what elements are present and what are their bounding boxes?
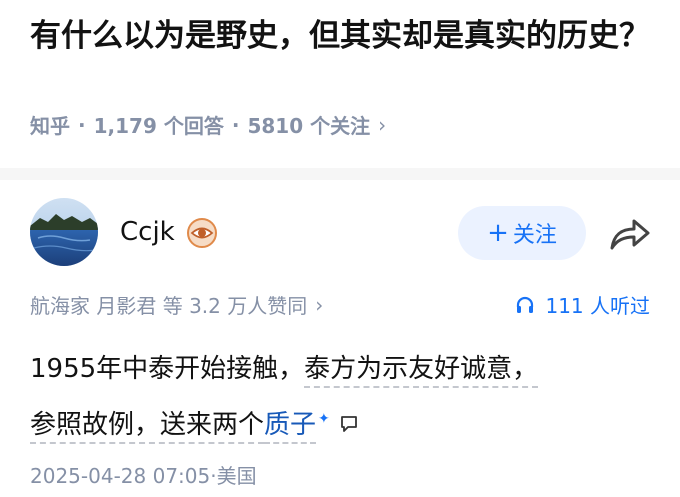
answer-content[interactable]: 1955年中泰开始接触，泰方为示友好诚意， 参照故例，送来两个质子 ✦ [30, 344, 660, 450]
headphones-icon [517, 296, 534, 313]
share-arrow-icon[interactable] [606, 214, 652, 254]
content-line: 参照故例，送来两个质子 ✦ [30, 394, 660, 450]
chevron-right-icon: › [378, 112, 387, 137]
meta-separator: · [231, 112, 240, 137]
avatar[interactable] [30, 198, 98, 266]
answer-page: 有什么以为是野史，但其实却是真实的历史？ 知乎 · 1,179 个回答 · 58… [0, 0, 680, 497]
content-text-underlined: 泰方为示友好诚意， [304, 354, 539, 388]
endorsement-row[interactable]: 航海家 月影君 等 3.2 万人赞同 › [30, 290, 323, 319]
content-text: 1955年中泰开始接触， [30, 354, 305, 384]
comment-icon[interactable] [340, 400, 358, 450]
content-line: 1955年中泰开始接触，泰方为示友好诚意， [30, 344, 660, 394]
follow-button[interactable]: + 关注 [458, 206, 586, 260]
question-title[interactable]: 有什么以为是野史，但其实却是真实的历史？ [30, 14, 660, 58]
keyword-link[interactable]: 质子 [264, 409, 317, 444]
follow-label: 关注 [512, 223, 557, 248]
content-text-underlined: 参照故例，送来两个 [30, 409, 265, 444]
publish-date: 2025-04-28 07:05·美国 [30, 464, 257, 488]
chevron-right-icon: › [315, 292, 324, 317]
question-meta[interactable]: 知乎 · 1,179 个回答 · 5810 个关注 › [30, 110, 386, 139]
section-divider [0, 168, 680, 180]
follower-count: 5810 个关注 [247, 114, 371, 138]
listen-count: 111 人听过 [545, 294, 650, 318]
source-label: 知乎 [30, 114, 70, 138]
author-name[interactable]: Ccjk [120, 214, 175, 250]
eye-badge-icon[interactable] [186, 217, 218, 249]
answer-count: 1,179 个回答 [93, 114, 224, 138]
endorsement-text: 航海家 月影君 等 3.2 万人赞同 [30, 294, 308, 318]
listen-count-button[interactable]: 111 人听过 [515, 290, 650, 319]
meta-separator: · [78, 112, 86, 137]
plus-icon: + [487, 218, 509, 248]
sparkle-icon: ✦ [318, 411, 330, 427]
